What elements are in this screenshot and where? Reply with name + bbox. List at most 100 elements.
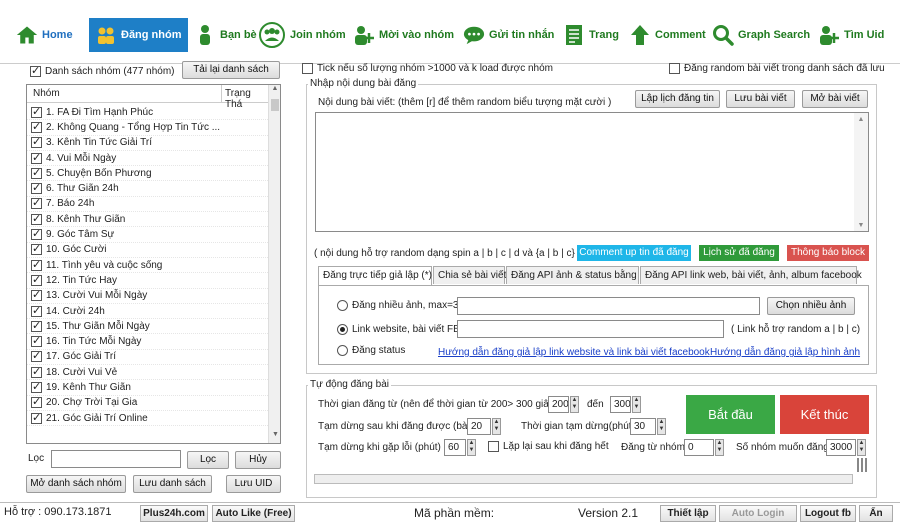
- nav-moi-vao-nhom[interactable]: Mời vào nhóm: [353, 18, 454, 52]
- pause-error-input[interactable]: 60: [444, 439, 466, 456]
- schedule-post-button[interactable]: Lập lịch đăng tin: [635, 90, 720, 108]
- select-all-checkbox[interactable]: [30, 64, 41, 77]
- save-uid-button[interactable]: Lưu UID: [226, 475, 281, 493]
- choose-images-button[interactable]: Chọn nhiều ảnh: [767, 297, 855, 315]
- list-item[interactable]: 7. Báo 24h: [27, 196, 270, 213]
- multi-image-input[interactable]: [457, 297, 760, 315]
- stop-button[interactable]: Kết thúc: [780, 395, 869, 434]
- from-group-input[interactable]: 0: [684, 439, 714, 456]
- nav-join-nhom[interactable]: Join nhóm: [258, 18, 346, 52]
- group-checkbox[interactable]: [31, 288, 42, 302]
- group-checkbox[interactable]: [31, 273, 42, 286]
- list-item[interactable]: 8. Kênh Thư Giãn: [27, 212, 270, 228]
- list-item[interactable]: 9. Góc Tâm Sự: [27, 227, 270, 243]
- interval-from-input[interactable]: 200: [548, 396, 569, 413]
- list-item[interactable]: 13. Cười Vui Mỗi Ngày: [27, 288, 270, 304]
- group-list-header[interactable]: Danh sách nhóm (477 nhóm): [30, 64, 175, 77]
- status-radio[interactable]: [337, 345, 348, 356]
- group-checkbox[interactable]: [31, 395, 42, 409]
- interval-to-input[interactable]: 300: [610, 396, 631, 413]
- random-saved-post-option[interactable]: Đăng random bài viết trong danh sách đã …: [669, 63, 885, 74]
- list-item[interactable]: 1. FA Đi Tìm Hạnh Phúc: [27, 105, 270, 121]
- group-checkbox[interactable]: [31, 166, 42, 179]
- reload-list-button[interactable]: Tải lại danh sách: [182, 61, 280, 79]
- group-count-input[interactable]: 3000: [826, 439, 856, 456]
- tab-share-post[interactable]: Chia sẻ bài viết: [433, 266, 506, 284]
- list-item[interactable]: 12. Tin Tức Hay: [27, 273, 270, 289]
- scroll-down-icon[interactable]: ▼: [269, 431, 280, 443]
- tab-direct-post[interactable]: Đăng trực tiếp giả lập (*): [318, 266, 432, 285]
- list-item[interactable]: 10. Góc Cười: [27, 242, 270, 258]
- filter-button[interactable]: Lọc: [187, 451, 229, 469]
- group-checkbox[interactable]: [31, 242, 42, 256]
- list-item[interactable]: 5. Chuyện Bốn Phương: [27, 166, 270, 182]
- open-post-button[interactable]: Mở bài viết: [802, 90, 868, 108]
- nav-graph-search[interactable]: Graph Search: [712, 18, 810, 52]
- list-item[interactable]: 18. Cười Vui Vẻ: [27, 365, 270, 381]
- list-scrollbar[interactable]: ▲ ▼: [268, 85, 280, 443]
- group-checkbox[interactable]: [31, 365, 42, 378]
- from-group-spinner[interactable]: ▲ ▼: [715, 439, 724, 456]
- nav-gui-tin-nhan[interactable]: Gửi tin nhắn: [463, 18, 554, 52]
- resize-grip-icon[interactable]: [857, 458, 867, 472]
- group-checkbox[interactable]: [31, 349, 42, 363]
- start-button[interactable]: Bắt đầu: [686, 395, 775, 434]
- link-input[interactable]: [457, 320, 724, 338]
- list-item[interactable]: 17. Góc Giải Trí: [27, 349, 270, 366]
- interval-to-spinner[interactable]: ▲ ▼: [632, 396, 641, 413]
- list-item[interactable]: 14. Cười 24h: [27, 304, 270, 320]
- status-option[interactable]: Đăng status: [337, 345, 405, 356]
- nav-home[interactable]: Home: [16, 18, 73, 52]
- group-checkbox[interactable]: [31, 196, 42, 210]
- group-checkbox[interactable]: [31, 334, 42, 348]
- nav-dang-nhom[interactable]: Đăng nhóm: [89, 18, 188, 52]
- list-item[interactable]: 11. Tình yêu và cuộc sống: [27, 258, 270, 274]
- post-history-button[interactable]: Lịch sử đã đăng: [699, 245, 779, 261]
- tab-api-image-status[interactable]: Đăng API ảnh & status bằng: [506, 266, 639, 284]
- group-checkbox[interactable]: [31, 227, 42, 241]
- nav-ban-be[interactable]: Bạn bè: [194, 18, 257, 52]
- group-checkbox[interactable]: [31, 380, 42, 393]
- cancel-filter-button[interactable]: Hủy: [235, 451, 281, 469]
- list-item[interactable]: 19. Kênh Thư Giãn: [27, 380, 270, 396]
- pause-time-input[interactable]: 30: [630, 418, 656, 435]
- textarea-scrollbar[interactable]: ▲ ▼: [854, 113, 868, 231]
- tick-large-list-option[interactable]: Tick nếu số lượng nhóm >1000 và k load đ…: [302, 63, 553, 74]
- filter-input[interactable]: [51, 450, 181, 468]
- pause-after-spinner[interactable]: ▲ ▼: [492, 418, 501, 435]
- group-checkbox[interactable]: [31, 319, 42, 332]
- textarea-scroll-down-icon[interactable]: ▼: [854, 222, 868, 229]
- logout-button[interactable]: Logout fb: [800, 505, 856, 522]
- group-list[interactable]: Nhóm Trạng Thá 1. FA Đi Tìm Hạnh Phúc 2. …: [26, 84, 281, 444]
- pause-time-spinner[interactable]: ▲ ▼: [657, 418, 666, 435]
- random-saved-post-checkbox[interactable]: [669, 63, 680, 74]
- multi-image-option[interactable]: Đăng nhiều ảnh, max=3: [337, 300, 458, 311]
- list-item[interactable]: 16. Tin Tức Mỗi Ngày: [27, 334, 270, 350]
- group-checkbox[interactable]: [31, 151, 42, 164]
- auto-login-button[interactable]: Auto Login: [719, 505, 797, 522]
- group-checkbox[interactable]: [31, 212, 42, 225]
- list-item[interactable]: 15. Thư Giãn Mỗi Ngày: [27, 319, 270, 335]
- repeat-option[interactable]: Lặp lại sau khi đăng hết: [488, 441, 609, 452]
- tick-large-list-checkbox[interactable]: [302, 63, 313, 74]
- block-notice-button[interactable]: Thông báo block: [787, 245, 869, 261]
- group-checkbox[interactable]: [31, 120, 42, 133]
- group-checkbox[interactable]: [31, 304, 42, 317]
- pause-after-input[interactable]: 20: [467, 418, 491, 435]
- settings-button[interactable]: Thiết lập: [660, 505, 716, 522]
- save-group-list-button[interactable]: Lưu danh sách: [133, 475, 212, 493]
- group-checkbox[interactable]: [31, 135, 42, 149]
- nav-trang[interactable]: Trang: [563, 18, 619, 52]
- link-radio[interactable]: [337, 324, 348, 335]
- list-item[interactable]: 6. Thư Giãn 24h: [27, 181, 270, 197]
- post-content-textarea[interactable]: ▲ ▼: [315, 112, 869, 232]
- list-item[interactable]: 3. Kênh Tin Tức Giải Trí: [27, 135, 270, 151]
- auto-like-link[interactable]: Auto Like (Free): [212, 505, 295, 522]
- nav-tim-uid[interactable]: Tìm Uid: [818, 18, 884, 52]
- group-checkbox[interactable]: [31, 105, 42, 118]
- scroll-up-icon[interactable]: ▲: [269, 85, 280, 97]
- group-checkbox[interactable]: [31, 181, 42, 195]
- guide-image-link[interactable]: Hướng dẫn đăng giả lập hình ảnh: [710, 347, 860, 358]
- list-item[interactable]: 2. Không Quang - Tổng Hợp Tin Tức ...: [27, 120, 270, 136]
- group-checkbox[interactable]: [31, 258, 42, 271]
